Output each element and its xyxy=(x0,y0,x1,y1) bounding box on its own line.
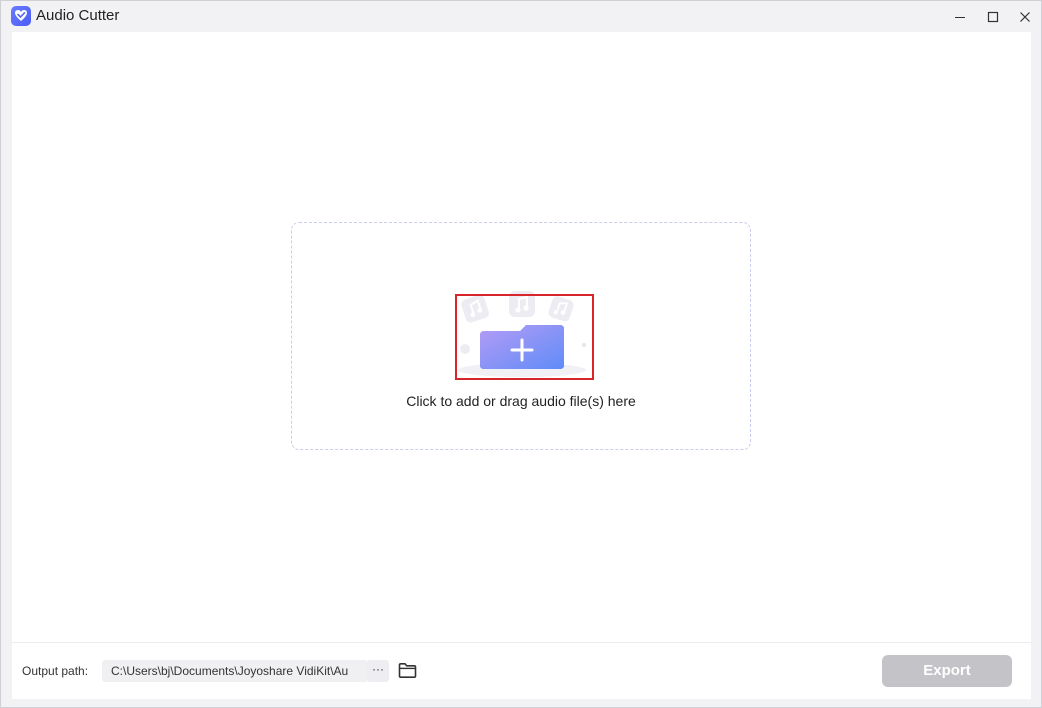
open-folder-icon[interactable] xyxy=(398,662,417,679)
maximize-button[interactable] xyxy=(976,1,1010,32)
output-path-label: Output path: xyxy=(22,664,89,678)
browse-path-button[interactable]: ··· xyxy=(367,660,389,682)
output-path-value: C:\Users\bj\Documents\Joyoshare VidiKit\… xyxy=(111,664,349,678)
minimize-icon xyxy=(955,16,965,18)
main-content: Click to add or drag audio file(s) here xyxy=(12,32,1031,642)
app-window: Audio Cutter Click to add or drag audio … xyxy=(0,0,1042,708)
close-icon xyxy=(1020,11,1030,22)
maximize-icon xyxy=(987,11,999,22)
add-file-highlight xyxy=(455,294,594,380)
output-path-field[interactable]: C:\Users\bj\Documents\Joyoshare VidiKit\… xyxy=(102,660,368,682)
app-logo-icon xyxy=(11,6,31,26)
export-button[interactable]: Export xyxy=(882,655,1012,687)
window-title: Audio Cutter xyxy=(36,7,120,24)
title-bar[interactable]: Audio Cutter xyxy=(1,1,1041,32)
dropzone-text: Click to add or drag audio file(s) here xyxy=(406,393,636,409)
footer-bar: Output path: C:\Users\bj\Documents\Joyos… xyxy=(12,642,1031,699)
minimize-button[interactable] xyxy=(943,1,977,32)
close-button[interactable] xyxy=(1008,1,1042,32)
audio-dropzone[interactable]: Click to add or drag audio file(s) here xyxy=(291,222,751,450)
